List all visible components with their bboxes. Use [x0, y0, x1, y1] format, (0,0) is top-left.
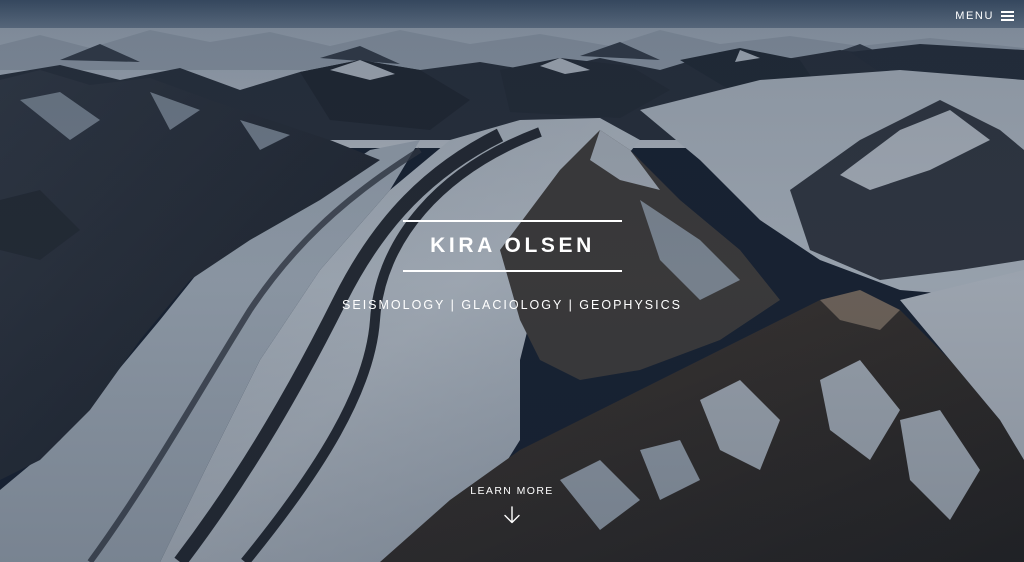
- title-rule-top: [403, 220, 622, 222]
- title-block: KIRA OLSEN: [403, 220, 622, 272]
- learn-more-label: LEARN MORE: [470, 485, 554, 497]
- page-title: KIRA OLSEN: [430, 234, 595, 257]
- arrow-down-icon[interactable]: [503, 506, 521, 524]
- hero-background-image: [0, 0, 1024, 562]
- learn-more-button[interactable]: LEARN MORE: [432, 484, 592, 528]
- title-rule-bottom: [403, 270, 622, 272]
- hero-section: MENU KIRA OLSEN SEISMOLOGY | GLACIOLOGY …: [0, 0, 1024, 562]
- hamburger-icon: [1001, 11, 1014, 21]
- menu-button[interactable]: MENU: [955, 8, 1014, 24]
- menu-label: MENU: [955, 10, 994, 22]
- hero-subtitle: SEISMOLOGY | GLACIOLOGY | GEOPHYSICS: [342, 298, 682, 312]
